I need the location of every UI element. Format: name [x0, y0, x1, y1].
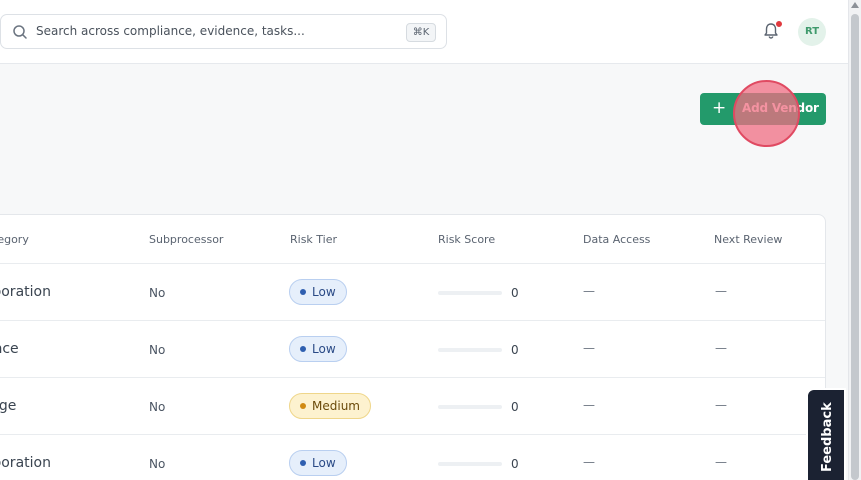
table-row[interactable]: llaboration No Low 0 — — [0, 264, 825, 321]
category-cell: llaboration [0, 455, 51, 471]
table-row[interactable]: orage No Medium 0 — — [0, 378, 825, 435]
table-header: tegory Subprocessor Risk Tier Risk Score… [0, 215, 825, 264]
risk-score-value: 0 [511, 343, 519, 357]
category-cell: orage [0, 398, 17, 414]
risk-tier-badge: Medium [289, 393, 371, 419]
add-vendor-label: Add Vendor [742, 101, 819, 115]
column-header-data-access[interactable]: Data Access [583, 233, 650, 246]
column-header-category[interactable]: tegory [0, 233, 29, 246]
search-shortcut-hint: ⌘K [406, 23, 436, 42]
risk-tier-badge: Low [289, 450, 347, 476]
next-review-cell: — [715, 455, 727, 469]
category-cell: llaboration [0, 284, 51, 300]
risk-dot-icon [300, 346, 306, 352]
avatar[interactable]: RT [798, 18, 826, 46]
next-review-cell: — [715, 284, 727, 298]
data-access-cell: — [583, 398, 595, 412]
subprocessor-cell: No [149, 457, 166, 471]
table-row[interactable]: nance No Low 0 — — [0, 321, 825, 378]
notification-dot [775, 20, 783, 28]
column-header-risk-tier[interactable]: Risk Tier [290, 233, 337, 246]
risk-dot-icon [300, 403, 306, 409]
feedback-label: Feedback [820, 402, 835, 472]
add-vendor-button[interactable]: + Add Vendor [700, 93, 826, 125]
search-placeholder: Search across compliance, evidence, task… [36, 24, 305, 38]
risk-score-bar [438, 462, 502, 466]
data-access-cell: — [583, 455, 595, 469]
search-input[interactable]: Search across compliance, evidence, task… [0, 14, 447, 49]
scroll-up-arrow-icon[interactable] [851, 2, 859, 8]
subprocessor-cell: No [149, 286, 166, 300]
risk-score-value: 0 [511, 286, 519, 300]
risk-tier-badge: Low [289, 336, 347, 362]
feedback-tab[interactable]: Feedback [806, 388, 846, 480]
subprocessor-cell: No [149, 400, 166, 414]
risk-tier-label: Low [312, 456, 336, 470]
category-cell: nance [0, 341, 19, 357]
risk-score-bar [438, 291, 502, 295]
risk-tier-badge: Low [289, 279, 347, 305]
vendors-table: tegory Subprocessor Risk Tier Risk Score… [0, 214, 826, 480]
search-icon [13, 25, 27, 39]
risk-score-bar [438, 405, 502, 409]
column-header-subprocessor[interactable]: Subprocessor [149, 233, 223, 246]
scrollbar-thumb[interactable] [851, 14, 859, 480]
column-header-next-review[interactable]: Next Review [714, 233, 782, 246]
risk-tier-label: Medium [312, 399, 360, 413]
risk-tier-label: Low [312, 285, 336, 299]
next-review-cell: — [715, 398, 727, 412]
top-bar: Search across compliance, evidence, task… [0, 0, 848, 64]
risk-score-value: 0 [511, 400, 519, 414]
subprocessor-cell: No [149, 343, 166, 357]
vertical-scrollbar[interactable] [848, 0, 861, 480]
risk-score-value: 0 [511, 457, 519, 471]
data-access-cell: — [583, 284, 595, 298]
plus-icon: + [712, 98, 727, 118]
risk-dot-icon [300, 460, 306, 466]
data-access-cell: — [583, 341, 595, 355]
column-header-risk-score[interactable]: Risk Score [438, 233, 495, 246]
risk-score-bar [438, 348, 502, 352]
next-review-cell: — [715, 341, 727, 355]
risk-dot-icon [300, 289, 306, 295]
table-row[interactable]: llaboration No Low 0 — — [0, 435, 825, 480]
risk-tier-label: Low [312, 342, 336, 356]
